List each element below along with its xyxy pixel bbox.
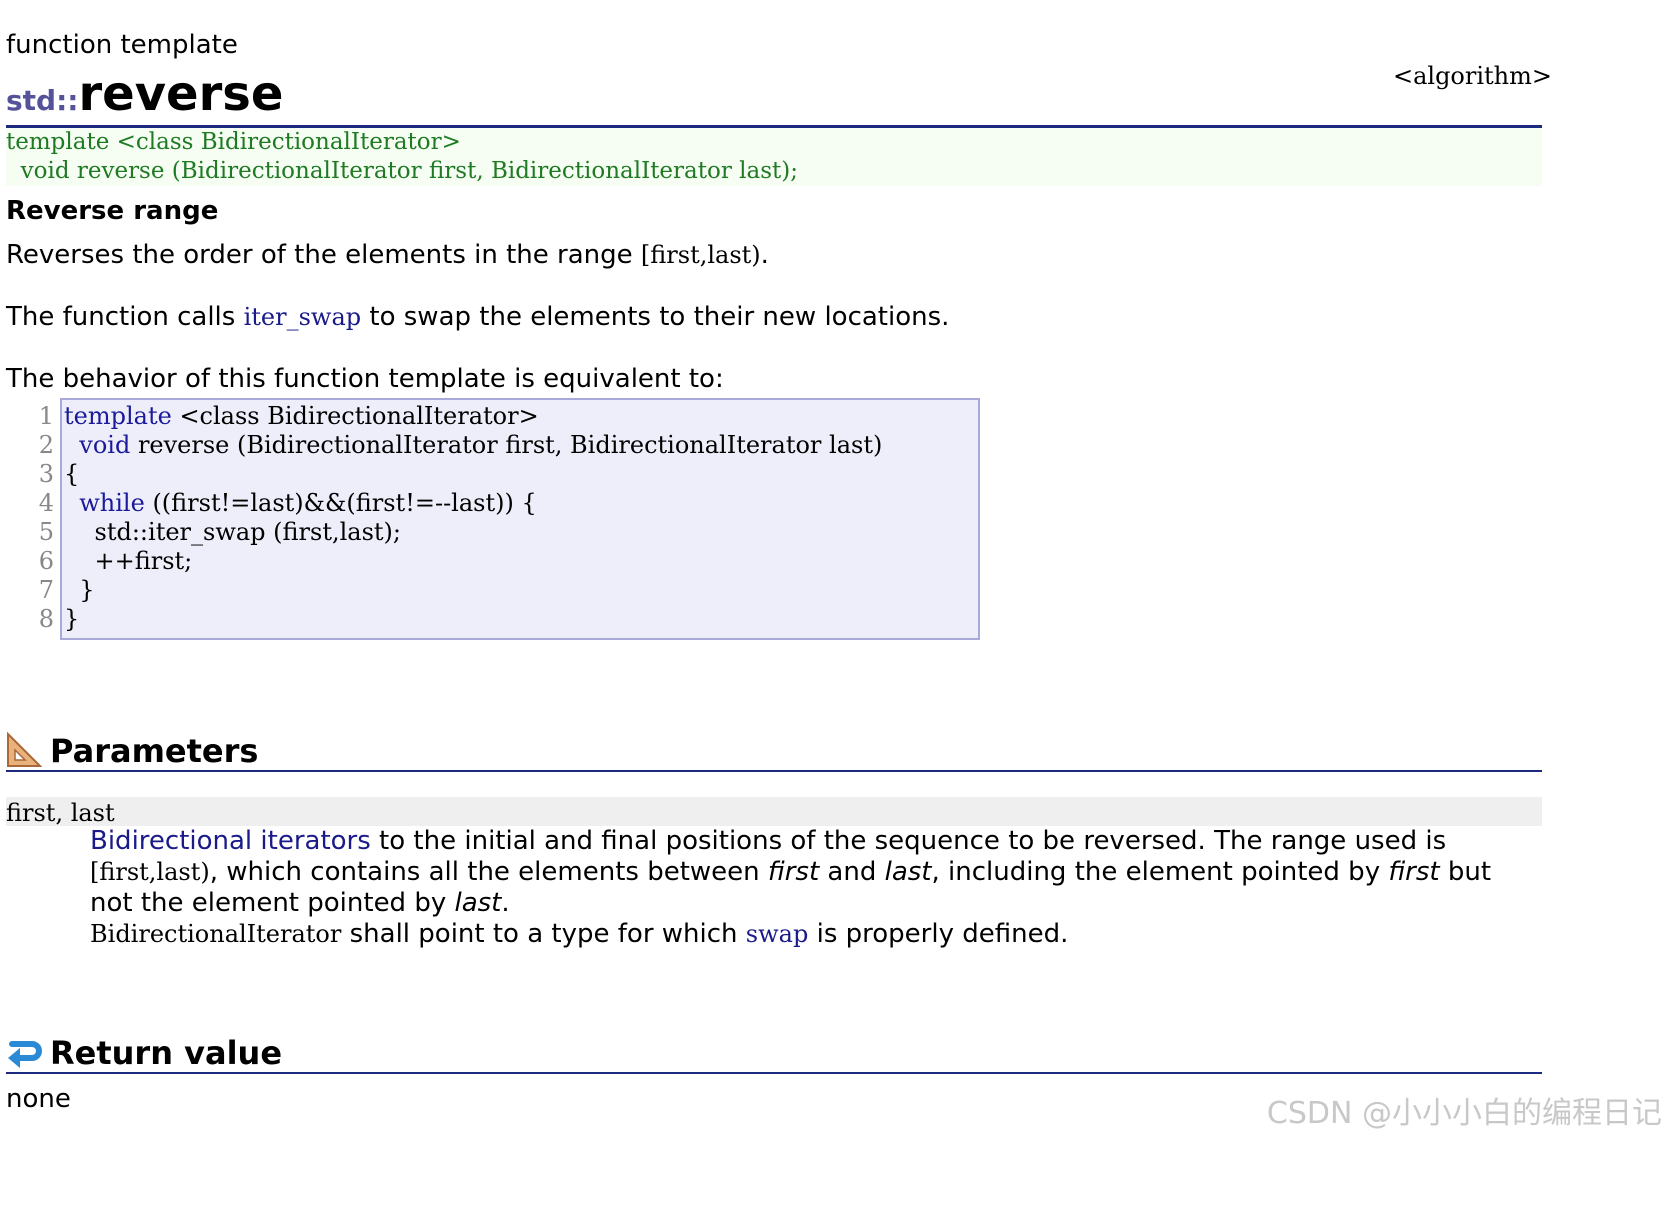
code-lines: template <class BidirectionalIterator> v… bbox=[64, 402, 882, 634]
return-value-heading: Return value bbox=[6, 1034, 282, 1072]
parameter-name: first, last bbox=[6, 797, 1542, 827]
text: to swap the elements to their new locati… bbox=[361, 302, 950, 332]
code-text: std::iter_swap (first,last); bbox=[64, 518, 401, 546]
text: . bbox=[501, 888, 510, 918]
section-title: Parameters bbox=[50, 732, 259, 770]
type-code: BidirectionalIterator bbox=[90, 920, 342, 948]
code-line: while ((first!=last)&&(first!=--last)) { bbox=[64, 489, 882, 518]
text: . bbox=[760, 240, 769, 270]
code-text: { bbox=[64, 460, 80, 488]
watermark: CSDN @小小小白的编程日记 bbox=[1266, 1096, 1662, 1131]
page-title: std::reverse bbox=[6, 66, 283, 122]
emphasis: first bbox=[1388, 857, 1440, 887]
keyword: void bbox=[64, 431, 131, 459]
text: and bbox=[819, 857, 885, 887]
line-number: 2 bbox=[38, 431, 54, 459]
line-number: 3 bbox=[38, 460, 54, 488]
code-text: } bbox=[64, 576, 95, 604]
iter-swap-link[interactable]: iter_swap bbox=[244, 303, 362, 331]
keyword: while bbox=[64, 489, 145, 517]
line-number: 1 bbox=[38, 402, 54, 430]
parameter-desc-2: BidirectionalIterator shall point to a t… bbox=[90, 919, 1530, 950]
parameter-desc-1: Bidirectional iterators to the initial a… bbox=[90, 826, 1530, 919]
ruler-triangle-icon bbox=[6, 731, 43, 768]
code-line: void reverse (BidirectionalIterator firs… bbox=[64, 431, 882, 460]
text: , which contains all the elements betwee… bbox=[209, 857, 768, 887]
line-number: 4 bbox=[38, 489, 54, 517]
function-name: reverse bbox=[78, 66, 284, 122]
emphasis: last bbox=[884, 857, 932, 887]
text: shall point to a type for which bbox=[341, 919, 746, 949]
code-text: <class BidirectionalIterator> bbox=[171, 402, 539, 430]
range-code: [first,last) bbox=[90, 858, 210, 886]
text: The function calls bbox=[6, 302, 244, 332]
prototype-line-2: void reverse (BidirectionalIterator firs… bbox=[6, 158, 798, 184]
text: to the initial and final positions of th… bbox=[370, 826, 1447, 856]
summary-paragraph-1: Reverses the order of the elements in th… bbox=[6, 240, 769, 270]
range-code: [first,last) bbox=[640, 241, 761, 269]
return-value-divider bbox=[6, 1072, 1542, 1074]
line-number: 6 bbox=[38, 547, 54, 575]
prototype-line-1: template <class BidirectionalIterator> bbox=[6, 129, 461, 155]
summary-paragraph-2: The function calls iter_swap to swap the… bbox=[6, 302, 949, 332]
code-text: } bbox=[64, 605, 80, 633]
summary-heading: Reverse range bbox=[6, 196, 219, 226]
code-text: ++first; bbox=[64, 547, 193, 575]
bidirectional-iterators-link[interactable]: Bidirectional iterators bbox=[90, 826, 371, 856]
code-line-numbers: 1 2 3 4 5 6 7 8 bbox=[22, 402, 54, 634]
code-text: ((first!=last)&&(first!=--last)) { bbox=[144, 489, 537, 517]
code-text: reverse (BidirectionalIterator first, Bi… bbox=[130, 431, 883, 459]
code-line: std::iter_swap (first,last); bbox=[64, 518, 882, 547]
keyword: template bbox=[64, 402, 172, 430]
line-number: 8 bbox=[38, 605, 54, 633]
text: Reverses the order of the elements in th… bbox=[6, 240, 641, 270]
code-line: { bbox=[64, 460, 882, 489]
summary-paragraph-3: The behavior of this function template i… bbox=[6, 364, 724, 394]
emphasis: last bbox=[454, 888, 502, 918]
code-line: } bbox=[64, 576, 882, 605]
text: is properly defined. bbox=[808, 919, 1069, 949]
line-number: 7 bbox=[38, 576, 54, 604]
code-line: } bbox=[64, 605, 882, 634]
section-title: Return value bbox=[50, 1034, 283, 1072]
header-link[interactable]: <algorithm> bbox=[1393, 62, 1552, 90]
function-kind: function template bbox=[6, 30, 238, 60]
line-number: 5 bbox=[38, 518, 54, 546]
prototype-block: template <class BidirectionalIterator> v… bbox=[6, 128, 1542, 186]
code-line: template <class BidirectionalIterator> bbox=[64, 402, 882, 431]
parameters-heading: Parameters bbox=[6, 731, 259, 770]
namespace-label: std:: bbox=[6, 84, 79, 117]
return-value-text: none bbox=[6, 1084, 71, 1114]
emphasis: first bbox=[767, 857, 820, 887]
swap-link[interactable]: swap bbox=[746, 920, 809, 948]
return-arrow-icon bbox=[6, 1034, 42, 1070]
parameters-divider bbox=[6, 770, 1542, 772]
text: , including the element pointed by bbox=[931, 857, 1389, 887]
parameter-description: Bidirectional iterators to the initial a… bbox=[90, 826, 1530, 950]
code-line: ++first; bbox=[64, 547, 882, 576]
